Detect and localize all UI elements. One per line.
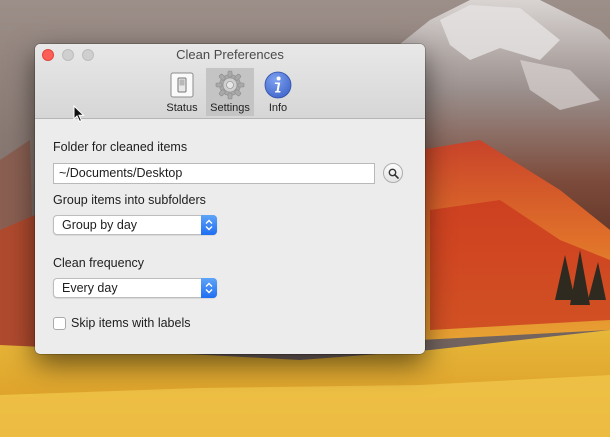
browse-folder-button[interactable] xyxy=(383,163,403,183)
frequency-popup-value: Every day xyxy=(62,281,118,295)
preferences-toolbar: Status Settings Info xyxy=(35,68,425,116)
preferences-window: Clean Preferences Status Settings Info F… xyxy=(35,44,425,354)
skip-labels-label: Skip items with labels xyxy=(71,316,191,330)
frequency-label: Clean frequency xyxy=(53,256,145,270)
skip-labels-row[interactable]: Skip items with labels xyxy=(53,316,191,330)
gear-icon xyxy=(215,70,245,100)
skip-labels-checkbox[interactable] xyxy=(53,316,66,330)
settings-pane: Folder for cleaned items ~/Documents/Des… xyxy=(35,119,425,354)
folder-path-field[interactable]: ~/Documents/Desktop xyxy=(53,163,375,184)
tab-settings[interactable]: Settings xyxy=(206,68,254,116)
magnifier-icon xyxy=(388,168,399,179)
updown-arrows-icon xyxy=(201,278,217,298)
folder-label: Folder for cleaned items xyxy=(53,140,188,154)
tab-status-label: Status xyxy=(166,102,198,114)
mouse-pointer-icon xyxy=(73,105,85,123)
info-icon xyxy=(263,70,293,100)
tab-info-label: Info xyxy=(268,102,288,114)
group-popup[interactable]: Group by day xyxy=(53,215,217,235)
group-label: Group items into subfolders xyxy=(53,193,206,207)
frequency-popup[interactable]: Every day xyxy=(53,278,217,298)
group-popup-value: Group by day xyxy=(62,218,138,232)
title-bar: Clean Preferences Status Settings Info xyxy=(35,44,425,119)
tab-info[interactable]: Info xyxy=(254,68,302,116)
updown-arrows-icon xyxy=(201,215,217,235)
tab-status[interactable]: Status xyxy=(158,68,206,116)
window-title: Clean Preferences xyxy=(176,47,284,62)
tab-settings-label: Settings xyxy=(210,102,250,114)
switch-icon xyxy=(167,70,197,100)
